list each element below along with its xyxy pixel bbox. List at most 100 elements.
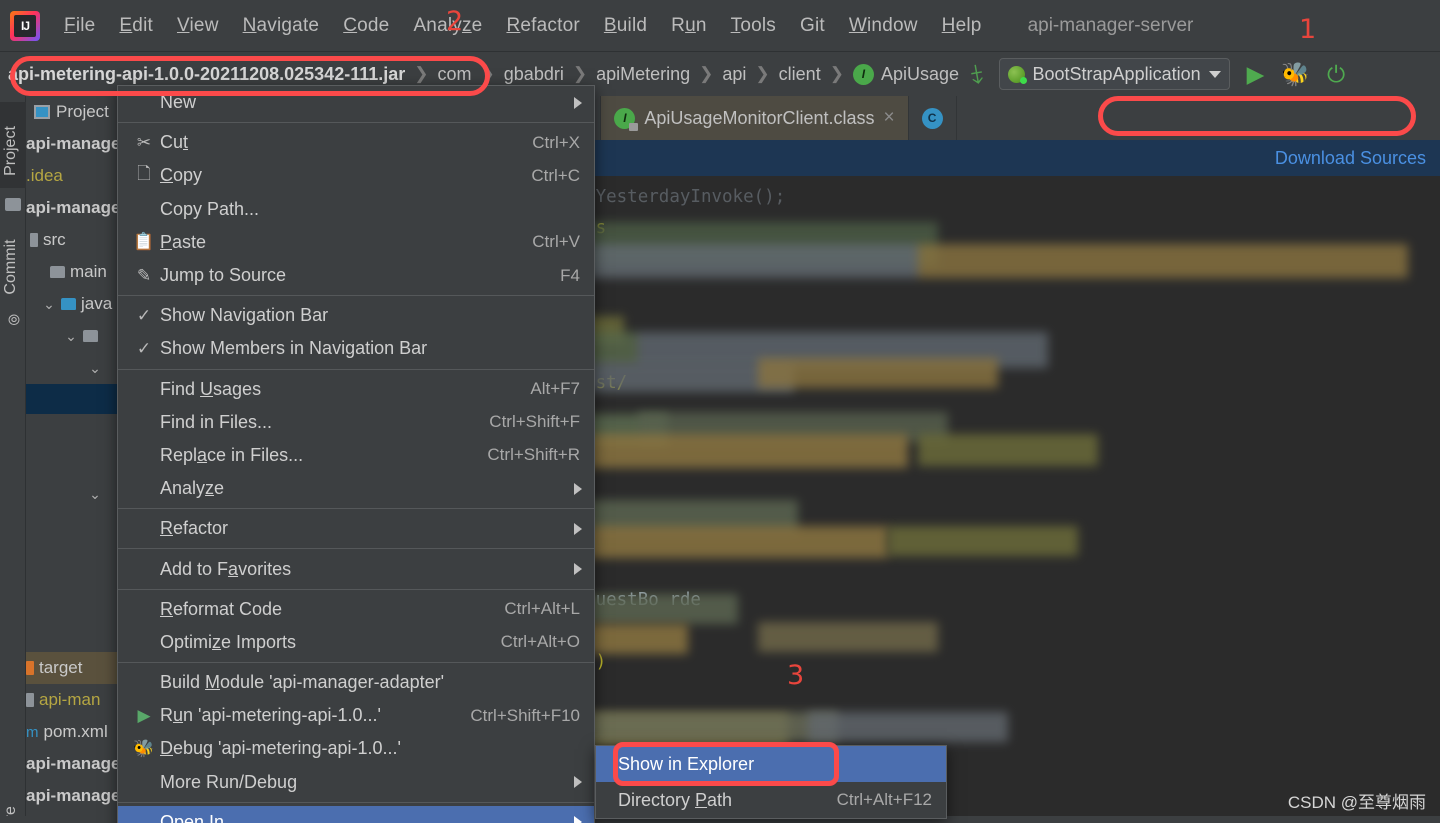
- context-menu-item-refactor[interactable]: Refactor: [118, 512, 594, 545]
- context-menu-item-run[interactable]: ▶ Run 'api-metering-api-1.0...' Ctrl+Shi…: [118, 699, 594, 732]
- context-menu-item-cut[interactable]: ✂ Cut Ctrl+X: [118, 126, 594, 159]
- context-menu-item-copy-path[interactable]: Copy Path...: [118, 193, 594, 226]
- tree-item-idea[interactable]: .idea: [26, 160, 118, 192]
- context-menu-item-reformat-code[interactable]: Reformat Code Ctrl+Alt+L: [118, 593, 594, 626]
- blur-overlay: [758, 358, 998, 388]
- tree-item-package[interactable]: ⌄: [26, 320, 118, 352]
- intellij-idea-window: File Edit View Navigate Code Analyze Ref…: [0, 0, 1440, 823]
- tree-item-pom-xml[interactable]: m pom.xml: [26, 716, 118, 748]
- context-menu-label: Show Members in Navigation Bar: [160, 338, 428, 359]
- folder-strip-icon[interactable]: [0, 192, 26, 218]
- context-menu-item-find-in-files[interactable]: Find in Files... Ctrl+Shift+F: [118, 406, 594, 439]
- editor-tab-extra[interactable]: C: [909, 96, 957, 140]
- context-menu-item-optimize-imports[interactable]: Optimize Imports Ctrl+Alt+O: [118, 626, 594, 659]
- run-icon[interactable]: ▶: [1247, 61, 1265, 88]
- tool-label-commit: Commit: [2, 239, 19, 295]
- context-menu-item-show-members-in-navigation-bar[interactable]: ✓ Show Members in Navigation Bar: [118, 332, 594, 365]
- breadcrumb-gbabdri[interactable]: gbabdri: [504, 64, 564, 85]
- context-menu-item-add-to-favorites[interactable]: Add to Favorites: [118, 552, 594, 585]
- context-menu-accel: Ctrl+Alt+O: [500, 632, 580, 652]
- menu-navigate[interactable]: Navigate: [231, 11, 332, 41]
- debug-icon[interactable]: 🐝: [1281, 61, 1310, 88]
- context-menu-item-jump-to-source[interactable]: ✎ Jump to Source F4: [118, 259, 594, 292]
- menu-edit[interactable]: Edit: [107, 11, 165, 41]
- menu-window[interactable]: Window: [837, 11, 930, 41]
- tree-label: api-manage: [26, 198, 118, 217]
- tree-item-api-manage[interactable]: api-manage: [26, 192, 118, 224]
- tree-label: java: [81, 294, 113, 313]
- submenu-arrow-icon: [574, 563, 582, 576]
- context-menu-item-open-in[interactable]: Open In: [118, 805, 594, 823]
- context-menu-label: Optimize Imports: [160, 631, 297, 652]
- menu-code[interactable]: Code: [331, 11, 401, 41]
- close-icon[interactable]: ×: [884, 107, 895, 129]
- context-menu-item-copy[interactable]: 🗋 Copy Ctrl+C: [118, 159, 594, 192]
- context-menu-item-find-usages[interactable]: Find Usages Alt+F7: [118, 373, 594, 406]
- context-menu-item-paste[interactable]: 📋 Paste Ctrl+V: [118, 226, 594, 259]
- run-configuration-selector[interactable]: BootStrapApplication: [998, 58, 1230, 90]
- tree-label: main: [70, 262, 107, 281]
- project-icon: [34, 105, 50, 119]
- package-icon: [83, 330, 98, 342]
- chevron-down-icon[interactable]: ⌄: [88, 360, 102, 377]
- context-menu-item-more-run-debug[interactable]: More Run/Debug: [118, 766, 594, 799]
- menu-refactor[interactable]: Refactor: [494, 11, 591, 41]
- tree-item-src[interactable]: src: [26, 224, 118, 256]
- tool-button-commit[interactable]: Commit ⦾: [0, 228, 26, 329]
- blur-overlay: [918, 434, 1098, 466]
- tree-item-expander[interactable]: ⌄: [26, 478, 118, 510]
- menu-view[interactable]: View: [165, 11, 231, 41]
- open-in-submenu: Show in Explorer Directory Path Ctrl+Alt…: [595, 745, 947, 819]
- context-menu-label: Find Usages: [160, 378, 262, 399]
- menu-separator: [118, 122, 594, 124]
- tree-item-selected[interactable]: [26, 384, 118, 414]
- tree-item-api-man[interactable]: api-man: [26, 684, 118, 716]
- menu-build[interactable]: Build: [592, 11, 659, 41]
- sources-root-icon: [61, 298, 76, 310]
- context-menu-item-debug[interactable]: 🐝 Debug 'api-metering-api-1.0...': [118, 732, 594, 765]
- menu-tools[interactable]: Tools: [719, 11, 788, 41]
- editor-tab-monitor-client-class[interactable]: I ApiUsageMonitorClient.class ×: [601, 96, 909, 140]
- submenu-item-show-in-explorer[interactable]: Show in Explorer: [596, 746, 946, 782]
- context-menu-item-build-module[interactable]: Build Module 'api-manager-adapter': [118, 666, 594, 699]
- download-sources-link[interactable]: Download Sources: [1275, 148, 1426, 169]
- project-panel-title: Project: [56, 102, 109, 121]
- context-menu-item-new[interactable]: New: [118, 86, 594, 119]
- interface-locked-badge-icon: I: [614, 107, 639, 131]
- chevron-down-icon[interactable]: ⌄: [42, 296, 56, 313]
- tree-item-subpackage[interactable]: ⌄: [26, 352, 118, 384]
- maven-icon: m: [26, 723, 39, 741]
- tree-item-api-manage-2[interactable]: api-manage: [26, 748, 118, 780]
- breadcrumb-jar[interactable]: api-metering-api-1.0.0-20211208.025342-1…: [8, 64, 405, 85]
- tree-item-java[interactable]: ⌄ java: [26, 288, 118, 320]
- menu-separator: [118, 548, 594, 550]
- run-with-coverage-icon[interactable]: ⏻: [1327, 61, 1345, 88]
- breadcrumb-apimetering[interactable]: apiMetering: [596, 64, 690, 85]
- chevron-down-icon[interactable]: [1208, 70, 1221, 78]
- tree-item-main[interactable]: main: [26, 256, 118, 288]
- submenu-label: Show in Explorer: [618, 753, 755, 774]
- context-menu-item-replace-in-files[interactable]: Replace in Files... Ctrl+Shift+R: [118, 439, 594, 472]
- submenu-item-directory-path[interactable]: Directory Path Ctrl+Alt+F12: [596, 782, 946, 818]
- menu-help[interactable]: Help: [930, 11, 994, 41]
- module-icon: [26, 693, 34, 707]
- tree-item-api-manager-s[interactable]: api-manager-s: [26, 128, 118, 160]
- editor-tab-label: ApiUsageMonitorClient.class: [644, 107, 875, 128]
- chevron-down-icon[interactable]: ⌄: [88, 486, 102, 503]
- tree-item-target[interactable]: target: [26, 652, 118, 684]
- breadcrumb-api[interactable]: api: [722, 64, 746, 85]
- hammer-icon[interactable]: ⤈: [968, 57, 985, 91]
- menu-run[interactable]: Run: [659, 11, 718, 41]
- chevron-down-icon[interactable]: ⌄: [64, 328, 78, 345]
- tree-item-api-manage-3[interactable]: api-manage: [26, 780, 118, 812]
- submenu-arrow-icon: [574, 522, 582, 535]
- menu-file[interactable]: File: [52, 11, 107, 41]
- menu-git[interactable]: Git: [788, 11, 837, 41]
- left-tool-strip: Project Commit ⦾ Structure ☷: [0, 96, 26, 823]
- breadcrumb-com[interactable]: com: [438, 64, 472, 85]
- context-menu-item-analyze[interactable]: Analyze: [118, 472, 594, 505]
- breadcrumb-apiusage[interactable]: I ApiUsage: [852, 63, 959, 85]
- breadcrumb-client[interactable]: client: [779, 64, 821, 85]
- tool-button-project[interactable]: Project: [0, 102, 26, 188]
- context-menu-item-show-navigation-bar[interactable]: ✓ Show Navigation Bar: [118, 299, 594, 332]
